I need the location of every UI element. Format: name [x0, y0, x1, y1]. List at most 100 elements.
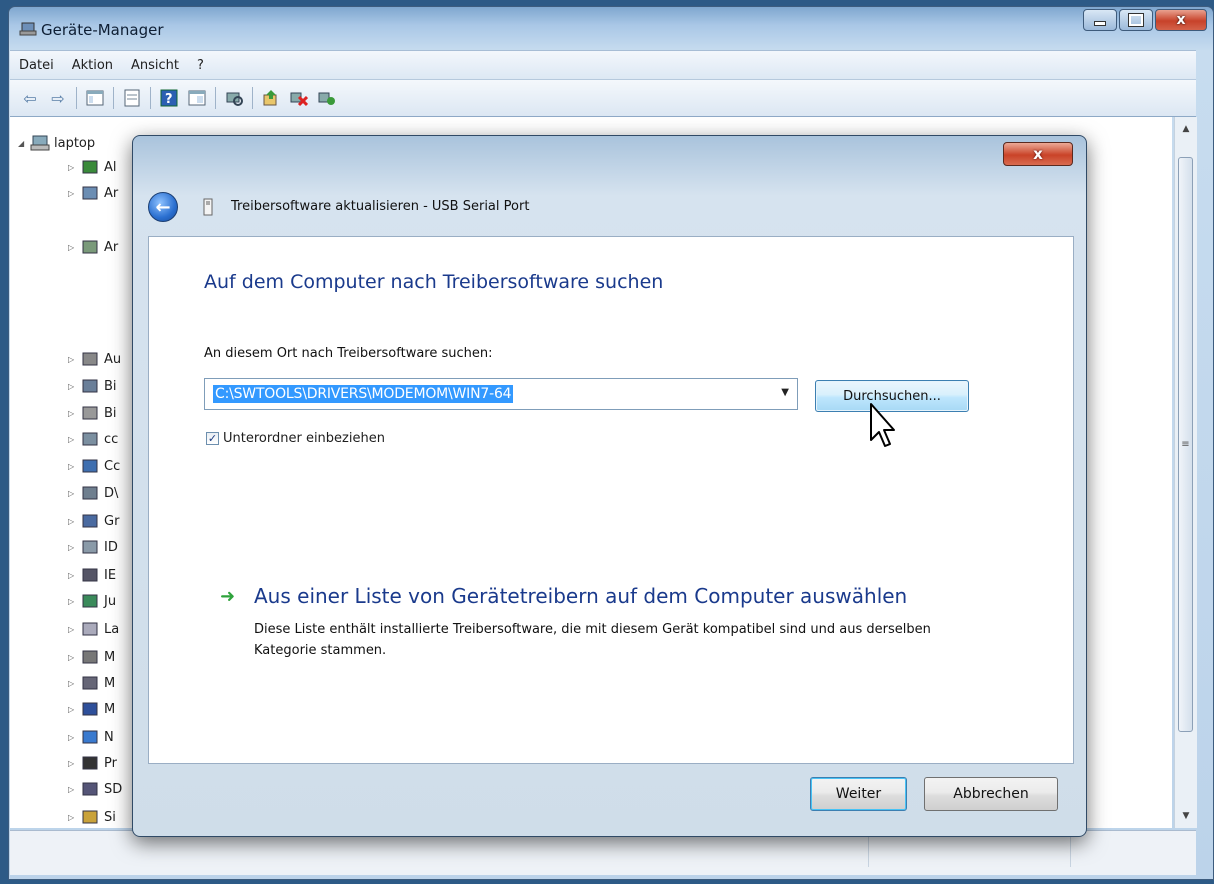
scroll-down-arrow-icon[interactable]: ▼	[1175, 806, 1197, 826]
tree-item-label: Pr	[104, 755, 117, 771]
device-category-icon	[82, 160, 98, 174]
toolbar-separator	[113, 87, 114, 109]
tree-item[interactable]: ▷ M	[68, 697, 115, 721]
expand-icon[interactable]: ▷	[68, 517, 80, 526]
tree-item[interactable]: ▷ Bi	[68, 374, 117, 398]
tree-item[interactable]: ▷ La	[68, 617, 119, 641]
expand-icon[interactable]: ▷	[68, 679, 80, 688]
update-driver-icon[interactable]	[260, 87, 282, 109]
show-hide-console-tree-icon[interactable]	[84, 87, 106, 109]
expand-icon[interactable]: ▷	[68, 785, 80, 794]
close-button[interactable]: x	[1155, 9, 1207, 31]
expand-icon[interactable]: ▷	[68, 435, 80, 444]
expand-icon[interactable]: ▷	[68, 489, 80, 498]
dropdown-arrow-icon[interactable]: ▼	[781, 387, 789, 398]
tree-item-label: Ju	[104, 593, 117, 609]
back-arrow-icon[interactable]: ⇦	[19, 87, 41, 109]
tree-item-label: M	[104, 675, 116, 691]
maximize-button[interactable]	[1119, 9, 1153, 31]
expand-icon[interactable]: ▷	[68, 705, 80, 714]
scan-hardware-icon[interactable]	[223, 87, 245, 109]
expand-icon[interactable]: ▷	[68, 189, 80, 198]
expand-icon[interactable]: ▷	[68, 759, 80, 768]
next-button[interactable]: Weiter	[810, 777, 907, 811]
tree-item-label: La	[104, 621, 120, 637]
expand-icon[interactable]: ▷	[68, 462, 80, 471]
toolbar-separator	[76, 87, 77, 109]
driver-path-value[interactable]: C:\SWTOOLS\DRIVERS\MODEMOM\WIN7-64	[213, 385, 514, 403]
tree-item-label: Cc	[104, 458, 121, 474]
tree-item[interactable]: ▷ Cc	[68, 454, 120, 478]
device-category-icon	[82, 782, 98, 796]
expand-icon[interactable]: ▷	[68, 571, 80, 580]
tree-item[interactable]: ▷ Ar	[68, 235, 118, 259]
tree-item[interactable]: ▷ Si	[68, 805, 116, 829]
tree-item[interactable]: ▷ D\	[68, 481, 118, 505]
expand-icon[interactable]: ▷	[68, 382, 80, 391]
minimize-button[interactable]	[1083, 9, 1117, 31]
update-driver-dialog: x ← Treibersoftware aktualisieren - USB …	[132, 135, 1087, 837]
tree-item[interactable]: ▷ IE	[68, 563, 116, 587]
svg-text:?: ?	[165, 92, 173, 107]
toolbar-separator	[215, 87, 216, 109]
scroll-thumb[interactable]: ≡	[1178, 157, 1193, 732]
menu-item-help[interactable]: ?	[188, 58, 213, 73]
expand-icon[interactable]: ▷	[68, 355, 80, 364]
properties-icon[interactable]	[121, 87, 143, 109]
tree-item[interactable]: ▷ N	[68, 725, 114, 749]
expand-icon[interactable]: ▷	[68, 733, 80, 742]
expand-icon[interactable]: ▷	[68, 409, 80, 418]
view-icon[interactable]	[186, 87, 208, 109]
tree-item-label: Gr	[104, 513, 120, 529]
expand-icon[interactable]: ▷	[68, 625, 80, 634]
help-icon[interactable]: ?	[158, 87, 180, 109]
menu-item-datei[interactable]: Datei	[10, 58, 63, 73]
tree-item[interactable]: ▷ Au	[68, 347, 121, 371]
enable-device-icon[interactable]	[316, 87, 338, 109]
forward-arrow-icon[interactable]: ⇨	[47, 87, 69, 109]
tree-root-label: laptop	[54, 135, 96, 151]
expand-icon[interactable]: ▷	[68, 653, 80, 662]
uninstall-device-icon[interactable]	[288, 87, 310, 109]
dialog-close-button[interactable]: x	[1003, 142, 1073, 166]
tree-item-label: D\	[104, 485, 119, 501]
tree-item[interactable]: ▷ M	[68, 645, 115, 669]
menu-item-aktion[interactable]: Aktion	[63, 58, 122, 73]
vertical-scrollbar[interactable]: ▲ ≡ ▼	[1174, 117, 1197, 828]
toolbar-separator	[252, 87, 253, 109]
device-category-icon	[82, 486, 98, 500]
expand-icon[interactable]: ▷	[68, 543, 80, 552]
expand-icon[interactable]: ▷	[68, 597, 80, 606]
tree-item-label: N	[104, 729, 114, 745]
pick-from-list-link[interactable]: Aus einer Liste von Gerätetreibern auf d…	[254, 584, 907, 608]
device-category-icon	[82, 702, 98, 716]
tree-item[interactable]: ▷ cc	[68, 427, 118, 451]
tree-item[interactable]: ▷ Pr	[68, 751, 117, 775]
tree-item[interactable]: ▷ SD	[68, 777, 122, 801]
expand-icon[interactable]: ▷	[68, 813, 80, 822]
back-button[interactable]: ←	[148, 192, 178, 222]
tree-item-label: Si	[104, 809, 116, 825]
scroll-up-arrow-icon[interactable]: ▲	[1175, 119, 1197, 139]
tree-item[interactable]: ▷ Gr	[68, 509, 119, 533]
checkmark-icon[interactable]: ✓	[206, 432, 219, 445]
tree-item[interactable]: ▷ ID	[68, 535, 118, 559]
expand-icon[interactable]: ▷	[68, 243, 80, 252]
tree-item[interactable]: ▷ Al	[68, 155, 117, 179]
device-category-icon	[82, 756, 98, 770]
device-category-icon	[82, 650, 98, 664]
cancel-button[interactable]: Abbrechen	[924, 777, 1058, 811]
device-category-icon	[82, 186, 98, 200]
tree-item[interactable]: ▷ Ar	[68, 181, 118, 205]
status-bar-divider	[868, 837, 869, 867]
include-subfolders-checkbox[interactable]: ✓ Unterordner einbeziehen	[206, 431, 385, 446]
tree-item[interactable]: ▷ M	[68, 671, 115, 695]
menu-item-ansicht[interactable]: Ansicht	[122, 58, 188, 73]
tree-root[interactable]: ◢ laptop	[18, 131, 95, 155]
expand-icon[interactable]: ▷	[68, 163, 80, 172]
device-category-icon	[82, 240, 98, 254]
tree-item[interactable]: ▷ Ju	[68, 589, 116, 613]
minimize-icon	[1094, 20, 1106, 26]
tree-item[interactable]: ▷ Bi	[68, 401, 117, 425]
driver-path-combobox[interactable]: C:\SWTOOLS\DRIVERS\MODEMOM\WIN7-64 ▼	[204, 378, 798, 410]
